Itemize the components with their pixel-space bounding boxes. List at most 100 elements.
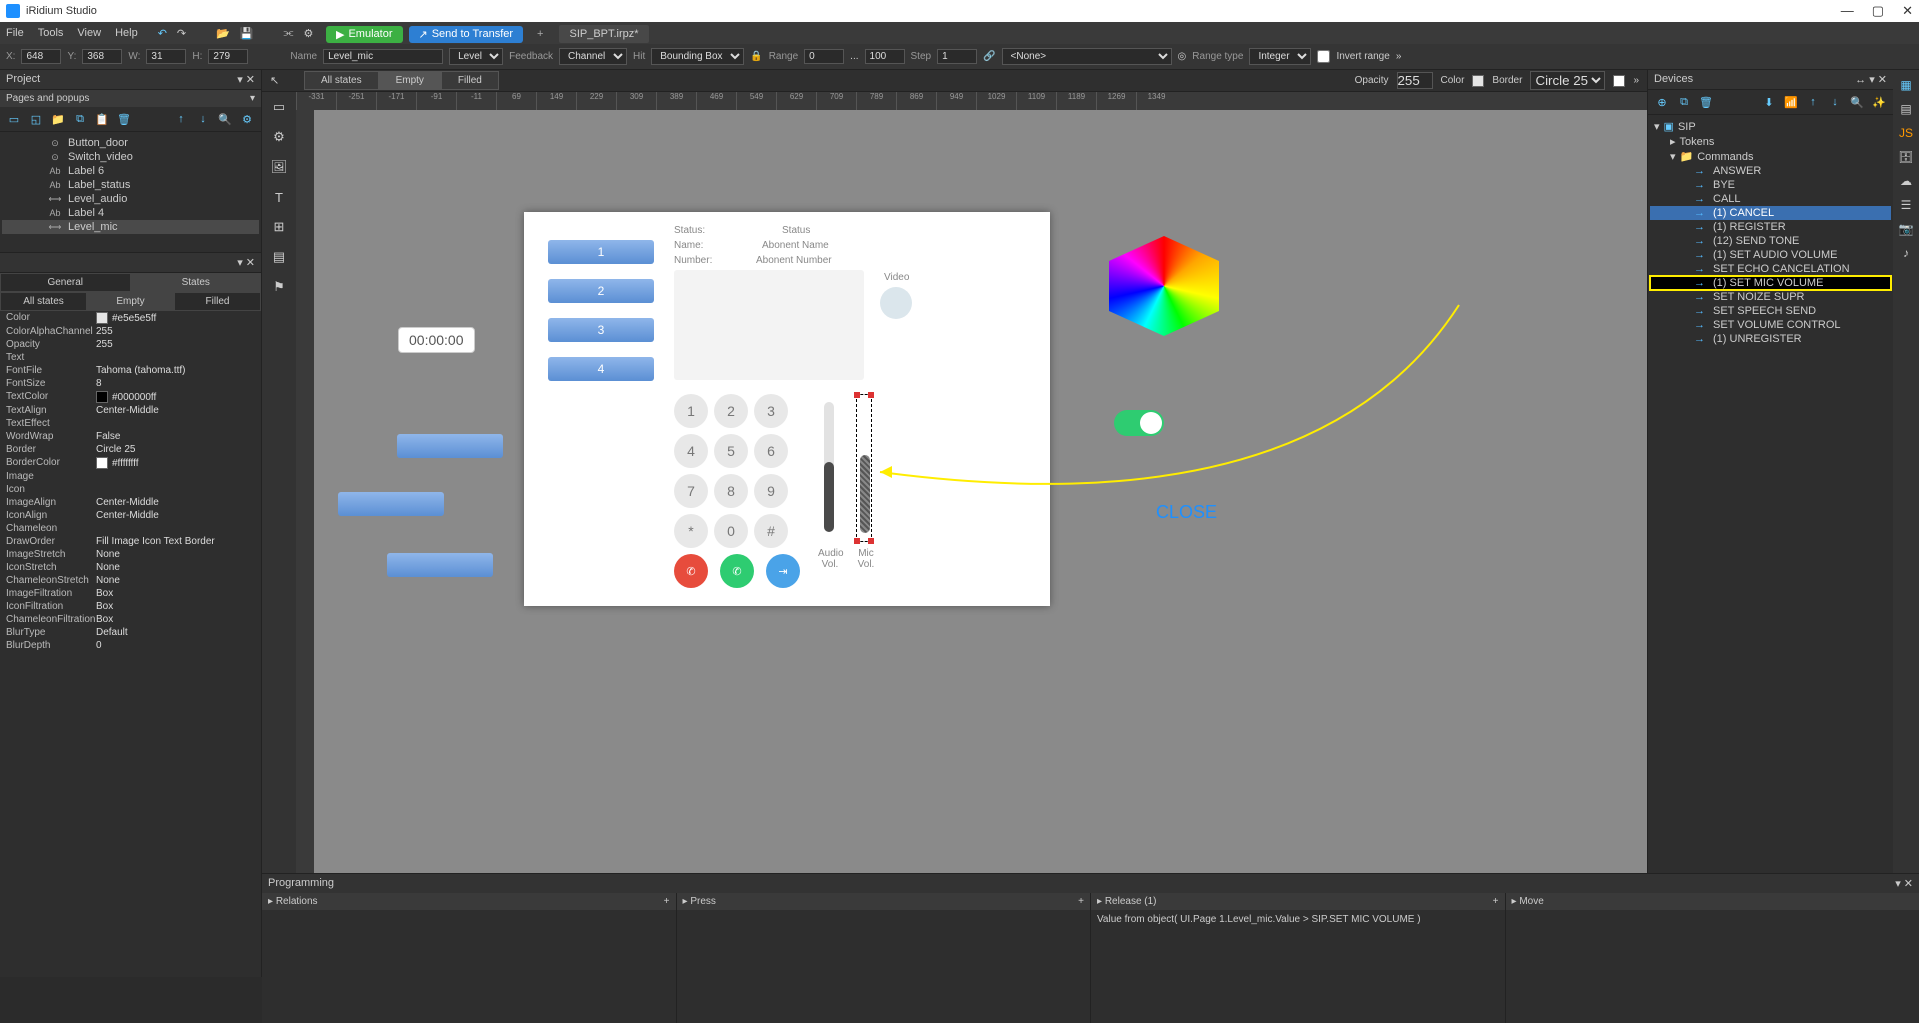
redo-icon[interactable]: ↷: [177, 27, 186, 40]
tree-item[interactable]: ⟷Level_audio: [2, 192, 259, 206]
keypad-key[interactable]: 3: [754, 394, 788, 428]
command-item[interactable]: →(1) SET AUDIO VOLUME: [1650, 248, 1891, 262]
property-row[interactable]: TextEffect: [0, 417, 261, 430]
property-row[interactable]: Icon: [0, 483, 261, 496]
preset-3[interactable]: 3: [548, 318, 654, 342]
property-row[interactable]: TextColor#000000ff: [0, 390, 261, 404]
command-item[interactable]: →(12) SEND TONE: [1650, 234, 1891, 248]
scan-icon[interactable]: 📶: [1783, 94, 1799, 110]
toggle-switch[interactable]: [1114, 410, 1164, 436]
command-item[interactable]: →SET VOLUME CONTROL: [1650, 318, 1891, 332]
col-move[interactable]: Move: [1519, 896, 1543, 907]
link-icon[interactable]: 🔗: [983, 51, 995, 62]
image-tool-icon[interactable]: 🖼: [268, 156, 290, 178]
share-icon[interactable]: ⫘: [284, 27, 294, 40]
delete-icon[interactable]: 🗑: [116, 111, 132, 127]
float-button-3[interactable]: [387, 553, 493, 577]
range-hi-input[interactable]: [865, 49, 905, 64]
tree-item[interactable]: AbLabel_status: [2, 178, 259, 192]
feedback-select[interactable]: Channel: [559, 48, 627, 65]
float-button-2[interactable]: [338, 492, 444, 516]
command-item[interactable]: →CALL: [1650, 192, 1891, 206]
x-input[interactable]: [21, 49, 61, 64]
release-body[interactable]: Value from object( UI.Page 1.Level_mic.V…: [1091, 910, 1505, 1023]
keypad-key[interactable]: 0: [714, 514, 748, 548]
device-root[interactable]: SIP: [1678, 121, 1696, 133]
property-row[interactable]: Chameleon: [0, 522, 261, 535]
copy-device-icon[interactable]: ⧉: [1676, 94, 1692, 110]
keypad-key[interactable]: #: [754, 514, 788, 548]
preset-1[interactable]: 1: [548, 240, 654, 264]
state-all[interactable]: All states: [304, 71, 379, 90]
tree-item[interactable]: ⟷Level_mic: [2, 220, 259, 234]
strip-db-icon[interactable]: 🗄: [1897, 148, 1915, 166]
property-row[interactable]: FontFileTahoma (tahoma.ttf): [0, 364, 261, 377]
command-item[interactable]: →BYE: [1650, 178, 1891, 192]
more-icon[interactable]: »: [1396, 51, 1402, 62]
close-icon[interactable]: ✕: [1902, 3, 1913, 19]
strip-js-icon[interactable]: JS: [1897, 124, 1915, 142]
tab-states[interactable]: States: [131, 273, 262, 292]
border-swatch[interactable]: [1613, 75, 1625, 87]
property-row[interactable]: TextAlignCenter-Middle: [0, 404, 261, 417]
dev-up-icon[interactable]: ↑: [1805, 94, 1821, 110]
devices-tree[interactable]: ▾▣SIP ▸Tokens ▾📁Commands →ANSWER→BYE→CAL…: [1648, 115, 1893, 927]
tree-item[interactable]: ⊙Button_door: [2, 136, 259, 150]
command-item[interactable]: →SET ECHO CANCELATION: [1650, 262, 1891, 276]
keypad-key[interactable]: 6: [754, 434, 788, 468]
rangetype-select[interactable]: Integer: [1249, 48, 1311, 65]
keypad-key[interactable]: 5: [714, 434, 748, 468]
down-icon[interactable]: ↓: [195, 111, 211, 127]
border-select[interactable]: Circle 25: [1530, 71, 1605, 90]
tree-item[interactable]: ⊙Switch_video: [2, 150, 259, 164]
grid-tool-icon[interactable]: ⊞: [268, 216, 290, 238]
undo-icon[interactable]: ↶: [158, 27, 167, 40]
color-hexagon[interactable]: [1109, 236, 1219, 336]
lock-icon[interactable]: 🔒: [750, 51, 762, 62]
property-row[interactable]: BorderColor#ffffffff: [0, 456, 261, 470]
delete-device-icon[interactable]: 🗑: [1698, 94, 1714, 110]
keypad-key[interactable]: *: [674, 514, 708, 548]
property-row[interactable]: Image: [0, 470, 261, 483]
menu-tools[interactable]: Tools: [38, 27, 64, 39]
import-icon[interactable]: ⬇: [1761, 94, 1777, 110]
save-icon[interactable]: 💾: [240, 27, 254, 40]
y-input[interactable]: [82, 49, 122, 64]
hit-select[interactable]: Bounding Box: [651, 48, 744, 65]
col-release[interactable]: Release (1): [1105, 896, 1157, 907]
state-filled[interactable]: Filled: [441, 71, 499, 90]
commands-node[interactable]: Commands: [1697, 151, 1753, 163]
float-button-1[interactable]: [397, 434, 503, 458]
paste-icon[interactable]: 📋: [94, 111, 110, 127]
command-item[interactable]: →SET NOIZE SUPR: [1650, 290, 1891, 304]
select-tool-icon[interactable]: ▭: [268, 96, 290, 118]
strip-cam-icon[interactable]: 📷: [1897, 220, 1915, 238]
property-list[interactable]: Color#e5e5e5ffColorAlphaChannel255Opacit…: [0, 311, 261, 977]
property-row[interactable]: WordWrapFalse: [0, 430, 261, 443]
copy-icon[interactable]: ⧉: [72, 111, 88, 127]
mic-slider-selected[interactable]: [856, 394, 872, 542]
strip-list-icon[interactable]: ☰: [1897, 196, 1915, 214]
settings-icon[interactable]: ⚙: [303, 27, 313, 40]
menu-file[interactable]: File: [6, 27, 24, 39]
up-icon[interactable]: ↑: [173, 111, 189, 127]
property-row[interactable]: Color#e5e5e5ff: [0, 311, 261, 325]
property-row[interactable]: ChameleonFiltrationBox: [0, 613, 261, 626]
more2-icon[interactable]: »: [1633, 75, 1639, 86]
tab-filled[interactable]: Filled: [174, 292, 261, 311]
property-row[interactable]: DrawOrderFill Image Icon Text Border: [0, 535, 261, 548]
h-input[interactable]: [208, 49, 248, 64]
property-row[interactable]: ImageFiltrationBox: [0, 587, 261, 600]
property-row[interactable]: BorderCircle 25: [0, 443, 261, 456]
send-transfer-button[interactable]: ↗ Send to Transfer: [409, 26, 524, 43]
project-tree[interactable]: ⊙Button_door⊙Switch_videoAbLabel 6AbLabe…: [0, 132, 261, 252]
tree-item[interactable]: AbLabel 6: [2, 164, 259, 178]
property-row[interactable]: ColorAlphaChannel255: [0, 325, 261, 338]
settings-tool-icon[interactable]: ⚙: [268, 126, 290, 148]
open-icon[interactable]: 📂: [216, 27, 230, 40]
property-row[interactable]: IconStretchNone: [0, 561, 261, 574]
tab-allstates[interactable]: All states: [0, 292, 87, 311]
tree-item[interactable]: AbLabel 4: [2, 206, 259, 220]
add-press-icon[interactable]: +: [1078, 896, 1084, 907]
col-press[interactable]: Press: [690, 896, 716, 907]
